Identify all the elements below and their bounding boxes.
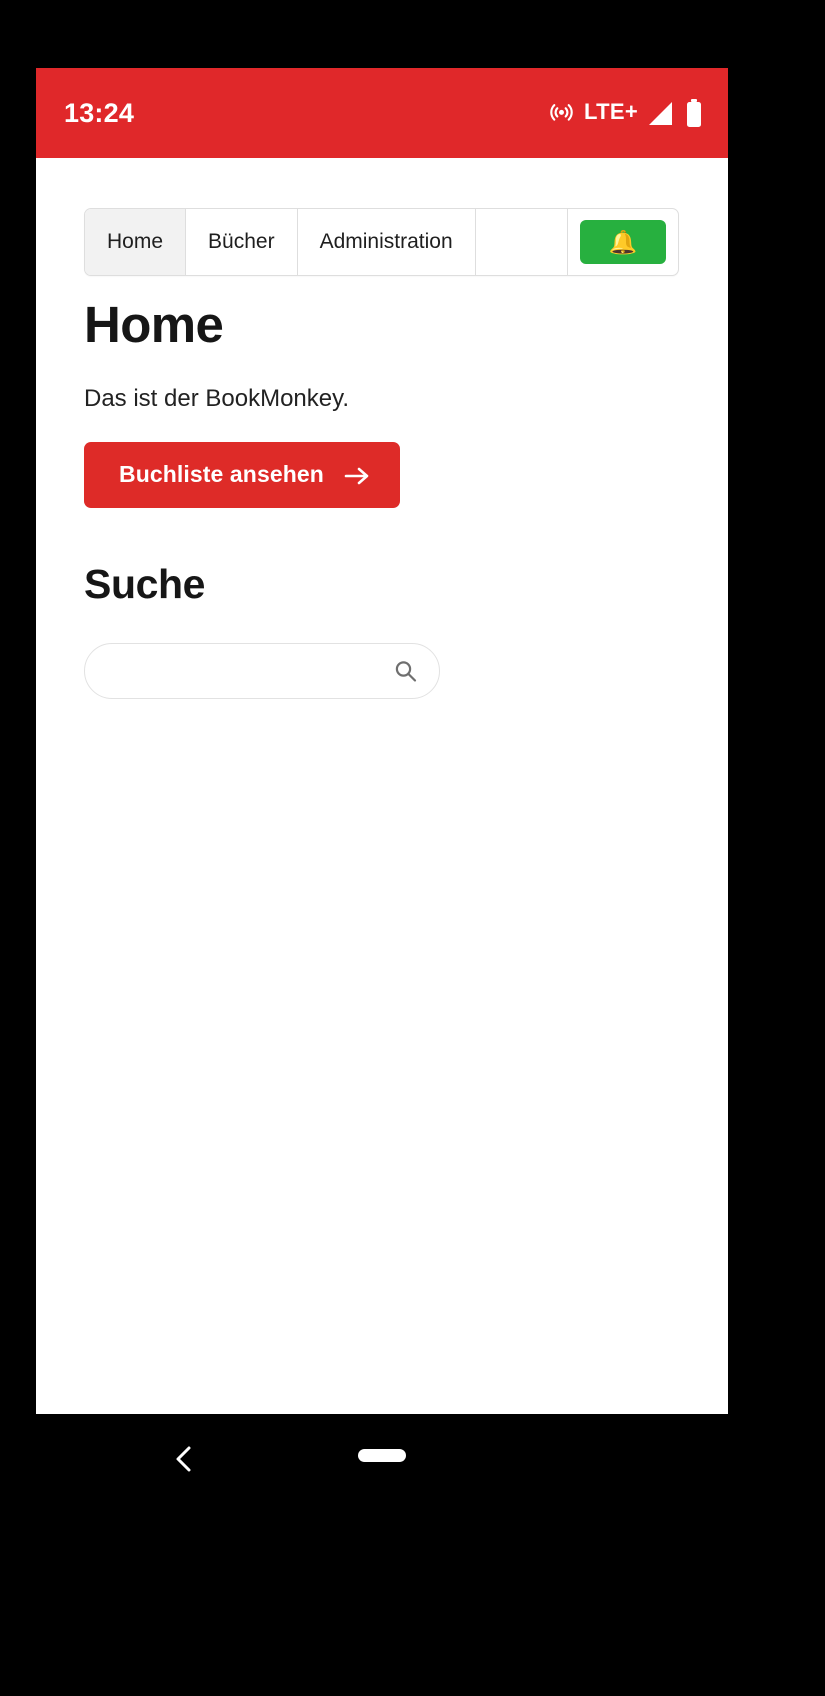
notifications-button[interactable]: 🔔 bbox=[580, 220, 666, 264]
status-bar-clock: 13:24 bbox=[64, 97, 135, 128]
main-navigation: Home Bücher Administration 🔔 bbox=[84, 208, 679, 276]
nav-item-administration-label: Administration bbox=[319, 230, 453, 253]
view-booklist-label: Buchliste ansehen bbox=[119, 461, 324, 488]
android-system-nav bbox=[0, 1414, 825, 1696]
view-booklist-button[interactable]: Buchliste ansehen bbox=[84, 442, 400, 509]
browser-viewport: Home Bücher Administration 🔔 Home Das is… bbox=[36, 158, 728, 1414]
main-content: Home Das ist der BookMonkey. Buchliste a… bbox=[84, 296, 684, 700]
nav-item-buecher[interactable]: Bücher bbox=[186, 209, 298, 275]
signal-icon bbox=[647, 101, 674, 126]
intro-text: Das ist der BookMonkey. bbox=[84, 384, 349, 412]
search-input[interactable] bbox=[84, 643, 440, 700]
nav-item-home-label: Home bbox=[107, 230, 164, 253]
status-bar-indicators: LTE+ bbox=[548, 98, 702, 128]
home-pill-indicator[interactable] bbox=[358, 1449, 406, 1462]
network-type-label: LTE+ bbox=[584, 99, 638, 124]
nav-item-buecher-label: Bücher bbox=[208, 230, 275, 253]
bell-icon: 🔔 bbox=[608, 228, 638, 255]
nav-empty-cell bbox=[476, 209, 568, 275]
page-title: Home bbox=[84, 296, 224, 353]
arrow-right-icon bbox=[344, 465, 370, 485]
search-section-title: Suche bbox=[84, 561, 206, 608]
status-bar: 13:24 LTE+ bbox=[36, 68, 728, 158]
back-chevron-icon[interactable] bbox=[170, 1442, 200, 1476]
search-field-wrapper bbox=[84, 643, 440, 700]
nav-item-administration[interactable]: Administration bbox=[298, 209, 476, 275]
battery-icon bbox=[686, 98, 702, 128]
phone-screen: 13:24 LTE+ Home Bücher Administration 🔔 … bbox=[0, 0, 825, 1696]
nav-action-cell: 🔔 bbox=[568, 209, 678, 275]
hotspot-icon bbox=[548, 100, 575, 127]
nav-item-home[interactable]: Home bbox=[85, 209, 187, 275]
